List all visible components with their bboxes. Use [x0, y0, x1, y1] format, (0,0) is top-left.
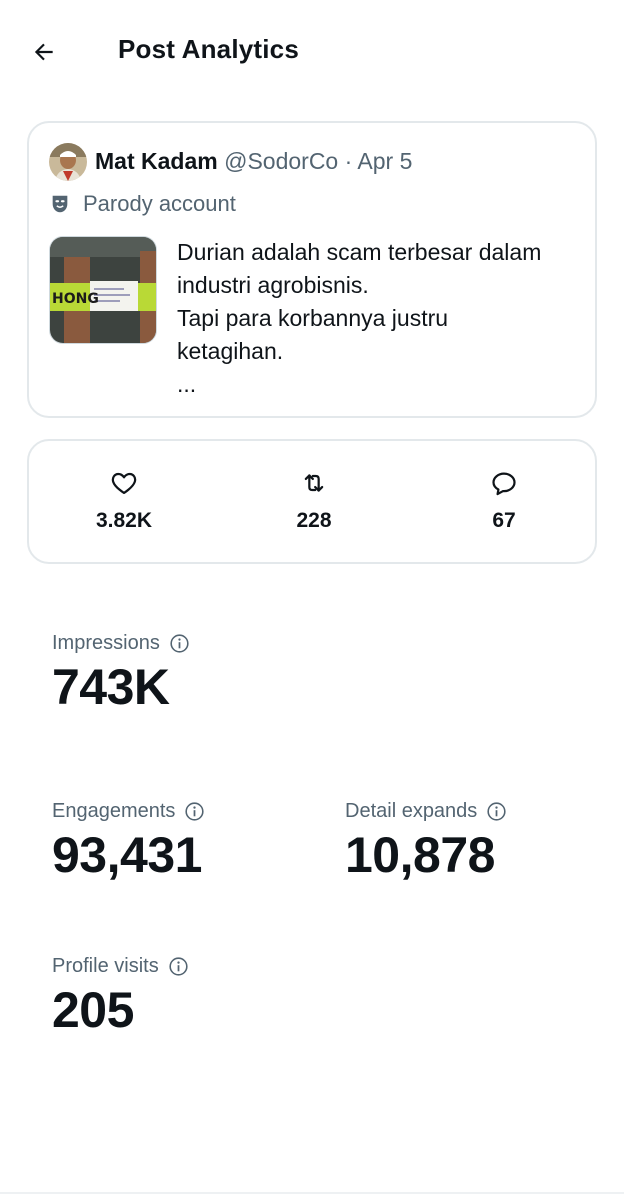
profile-visits-value: 205	[52, 982, 134, 1038]
reply-icon	[492, 472, 516, 496]
detail-expands-label: Detail expands	[345, 800, 478, 822]
thumbnail-text: HONG	[52, 291, 99, 307]
post-text-line: industri agrobisnis.	[177, 272, 369, 298]
post-date[interactable]: Apr 5	[357, 148, 412, 174]
info-icon[interactable]	[184, 801, 205, 822]
detail-expands-value: 10,878	[345, 827, 495, 883]
info-icon[interactable]	[168, 956, 189, 977]
post-text-line: ketagihan.	[177, 338, 284, 364]
info-icon[interactable]	[486, 801, 507, 822]
post-text[interactable]: Durian adalah scam terbesar dalam indust…	[177, 236, 587, 401]
engagements-value: 93,431	[52, 827, 202, 883]
info-icon[interactable]	[169, 633, 190, 654]
back-button[interactable]	[24, 32, 64, 72]
replies-stat[interactable]: 67	[434, 469, 574, 533]
reposts-count: 228	[296, 509, 332, 532]
page-title: Post Analytics	[118, 34, 300, 64]
author-handle[interactable]: @SodorCo	[224, 148, 338, 174]
post-text-line: Durian adalah scam terbesar dalam	[177, 239, 542, 265]
parody-label: Parody account	[83, 191, 236, 216]
post-header: Mat Kadam @SodorCo · Apr 5	[95, 148, 412, 175]
engagement-stats-card: 3.82K 228 67	[27, 439, 597, 564]
separator-dot: ·	[344, 148, 353, 174]
arrow-left-icon	[34, 43, 53, 61]
author-name[interactable]: Mat Kadam	[95, 148, 218, 174]
replies-count: 67	[492, 509, 516, 532]
parody-label-row: Parody account	[49, 191, 236, 217]
reposts-stat[interactable]: 228	[244, 469, 384, 533]
likes-stat[interactable]: 3.82K	[54, 469, 194, 533]
post-text-line: Tapi para korbannya justru	[177, 305, 449, 331]
repost-icon	[304, 474, 324, 492]
impressions-value: 743K	[52, 659, 170, 715]
post-card[interactable]: Mat Kadam @SodorCo · Apr 5 Parody accoun…	[27, 121, 597, 418]
bottom-divider	[0, 1192, 624, 1194]
avatar[interactable]	[49, 143, 87, 181]
profile-visits-label: Profile visits	[52, 955, 159, 977]
post-thumbnail[interactable]: HONG	[49, 236, 157, 344]
likes-count: 3.82K	[95, 509, 153, 532]
engagements-label: Engagements	[52, 800, 176, 822]
post-text-ellipsis: ...	[177, 371, 197, 397]
mask-icon	[52, 195, 68, 213]
engagements-metric: Engagements 93,431	[52, 800, 205, 883]
profile-visits-metric: Profile visits 205	[52, 955, 189, 1038]
detail-expands-metric: Detail expands 10,878	[345, 800, 507, 883]
header: Post Analytics	[0, 0, 624, 100]
impressions-label: Impressions	[52, 632, 160, 654]
heart-icon	[111, 472, 137, 495]
impressions-metric: Impressions 743K	[52, 632, 190, 715]
